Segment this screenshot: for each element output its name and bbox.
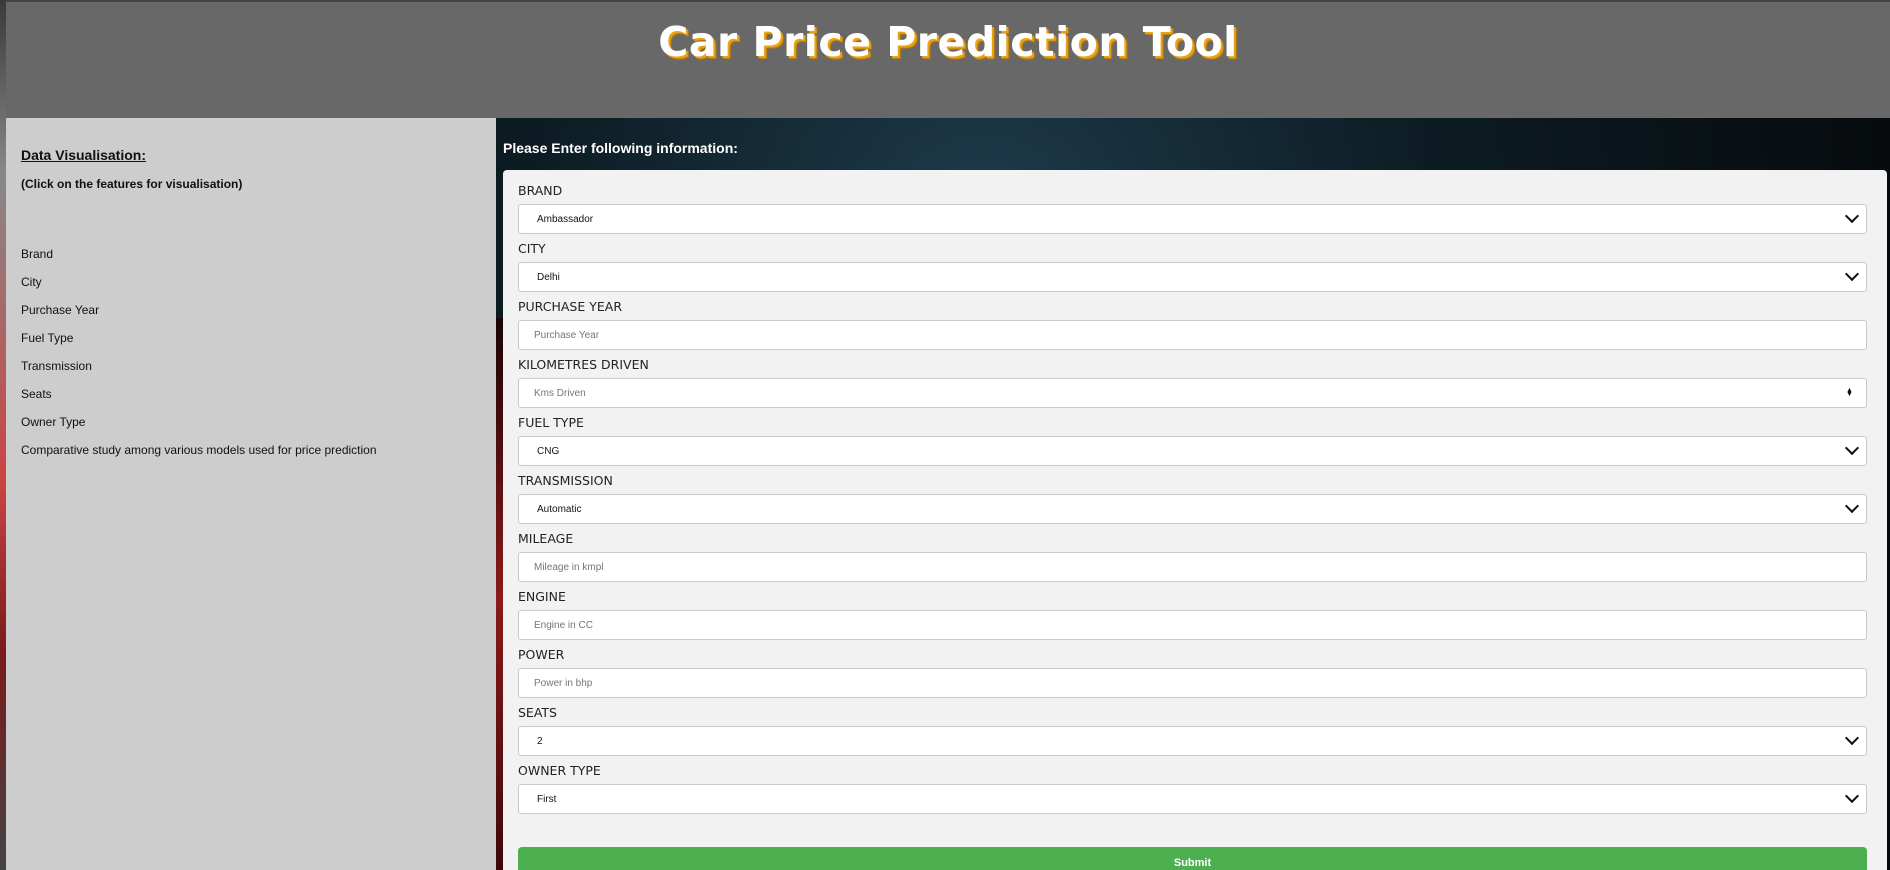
kms-driven-field: KILOMETRES DRIVEN Kms Driven ▲ ▼: [518, 356, 1867, 408]
seats-label: SEATS: [518, 705, 557, 720]
page-title: Car Price Prediction Tool: [658, 18, 1238, 66]
sidebar-title: Data Visualisation:: [21, 147, 147, 163]
sidebar-item-city[interactable]: City: [21, 275, 377, 303]
mileage-label: MILEAGE: [518, 531, 574, 546]
power-label: POWER: [518, 647, 565, 662]
sidebar-item-purchase-year[interactable]: Purchase Year: [21, 303, 377, 331]
power-placeholder: Power in bhp: [534, 678, 593, 689]
purchase-year-input[interactable]: Purchase Year: [518, 320, 1867, 350]
submit-button[interactable]: Submit: [518, 847, 1867, 870]
chevron-down-icon: [1844, 498, 1860, 514]
brand-value: Ambassador: [537, 214, 594, 225]
sidebar-item-seats[interactable]: Seats: [21, 387, 377, 415]
form-prompt: Please Enter following information:: [503, 140, 738, 156]
sidebar-subtitle: (Click on the features for visualisation…: [21, 177, 243, 191]
page-header: Car Price Prediction Tool: [6, 2, 1890, 118]
mileage-field: MILEAGE Mileage in kmpl: [518, 530, 1867, 582]
chevron-down-icon: [1844, 208, 1860, 224]
engine-field: ENGINE Engine in CC: [518, 588, 1867, 640]
purchase-year-label: PURCHASE YEAR: [518, 299, 623, 314]
seats-field: SEATS 2: [518, 704, 1867, 756]
fuel-type-label: FUEL TYPE: [518, 415, 584, 430]
transmission-select[interactable]: Automatic: [518, 494, 1867, 524]
seats-value: 2: [537, 736, 543, 747]
seats-select[interactable]: 2: [518, 726, 1867, 756]
chevron-down-icon: [1844, 730, 1860, 746]
owner-type-select[interactable]: First: [518, 784, 1867, 814]
sidebar: Data Visualisation: (Click on the featur…: [6, 118, 496, 870]
transmission-label: TRANSMISSION: [518, 473, 613, 488]
visualisation-list: Brand City Purchase Year Fuel Type Trans…: [21, 247, 377, 471]
engine-placeholder: Engine in CC: [534, 620, 593, 631]
sidebar-item-fuel-type[interactable]: Fuel Type: [21, 331, 377, 359]
mileage-input[interactable]: Mileage in kmpl: [518, 552, 1867, 582]
engine-input[interactable]: Engine in CC: [518, 610, 1867, 640]
owner-type-value: First: [537, 794, 557, 805]
fuel-type-value: CNG: [537, 446, 560, 457]
city-value: Delhi: [537, 272, 560, 283]
power-field: POWER Power in bhp: [518, 646, 1867, 698]
kms-driven-label: KILOMETRES DRIVEN: [518, 357, 649, 372]
transmission-field: TRANSMISSION Automatic: [518, 472, 1867, 524]
brand-select[interactable]: Ambassador: [518, 204, 1867, 234]
sidebar-item-owner-type[interactable]: Owner Type: [21, 415, 377, 443]
sidebar-item-transmission[interactable]: Transmission: [21, 359, 377, 387]
engine-label: ENGINE: [518, 589, 566, 604]
city-label: CITY: [518, 241, 546, 256]
spinner-icon[interactable]: ▲ ▼: [1846, 387, 1853, 398]
fuel-type-select[interactable]: CNG: [518, 436, 1867, 466]
sidebar-item-comparative-study[interactable]: Comparative study among various models u…: [21, 443, 377, 471]
city-field: CITY Delhi: [518, 240, 1867, 292]
mileage-placeholder: Mileage in kmpl: [534, 562, 604, 573]
transmission-value: Automatic: [537, 504, 582, 515]
owner-type-field: OWNER TYPE First: [518, 762, 1867, 814]
purchase-year-field: PURCHASE YEAR Purchase Year: [518, 298, 1867, 350]
kms-driven-placeholder: Kms Driven: [534, 388, 586, 399]
fuel-type-field: FUEL TYPE CNG: [518, 414, 1867, 466]
chevron-down-icon: [1844, 440, 1860, 456]
brand-label: BRAND: [518, 183, 563, 198]
sidebar-item-brand[interactable]: Brand: [21, 247, 377, 275]
purchase-year-placeholder: Purchase Year: [534, 330, 600, 341]
power-input[interactable]: Power in bhp: [518, 668, 1867, 698]
chevron-down-icon: [1844, 266, 1860, 282]
main-panel: Please Enter following information: BRAN…: [496, 118, 1890, 870]
prediction-form: BRAND Ambassador CITY Delhi PURCHASE YEA…: [503, 170, 1887, 870]
city-select[interactable]: Delhi: [518, 262, 1867, 292]
brand-field: BRAND Ambassador: [518, 182, 1867, 234]
owner-type-label: OWNER TYPE: [518, 763, 601, 778]
kms-driven-input[interactable]: Kms Driven ▲ ▼: [518, 378, 1867, 408]
chevron-down-icon: [1844, 788, 1860, 804]
